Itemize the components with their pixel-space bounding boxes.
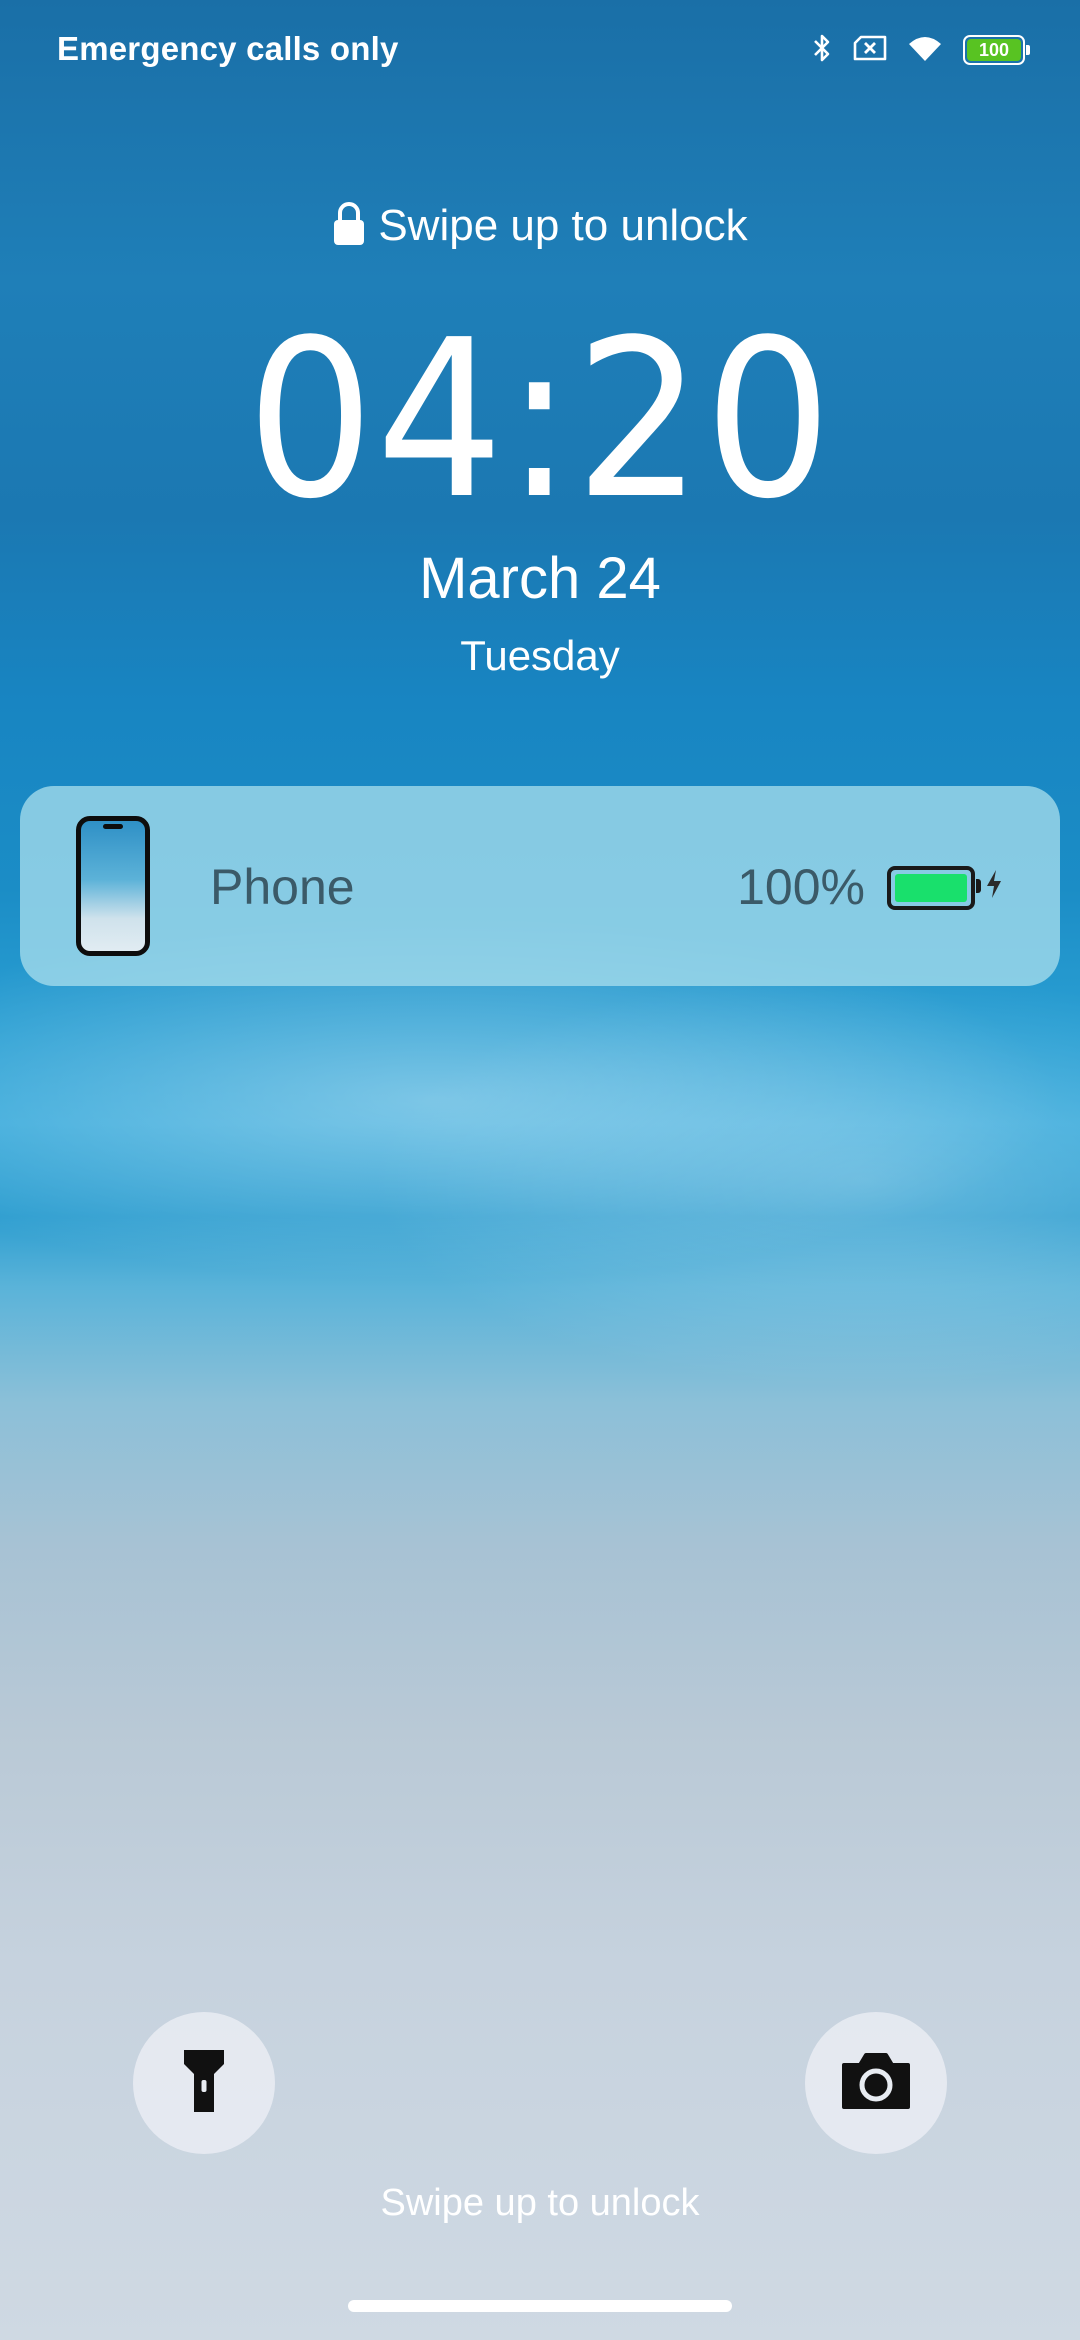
charging-bolt-icon	[984, 868, 1004, 905]
device-battery-icon	[887, 866, 981, 910]
flashlight-icon	[182, 2048, 226, 2119]
date: March 24	[419, 546, 661, 611]
status-bar: Emergency calls only 100	[0, 0, 1080, 100]
device-name: Phone	[210, 859, 355, 915]
unlock-hint-bottom: Swipe up to unlock	[380, 2182, 700, 2224]
unlock-hint-top-label: Swipe up to unlock	[378, 201, 748, 250]
battery-level: 100	[978, 39, 1010, 60]
carrier-status: Emergency calls only	[57, 30, 399, 67]
bluetooth-icon	[811, 33, 833, 68]
battery-icon: 100	[963, 35, 1030, 65]
day-of-week: Tuesday	[460, 632, 620, 679]
device-battery-percent: 100%	[737, 859, 865, 915]
battery-widget: Phone 100%	[20, 786, 1060, 986]
device-battery-fill	[895, 874, 967, 902]
flashlight-button[interactable]	[133, 2012, 275, 2154]
phone-icon	[76, 816, 150, 956]
wifi-icon	[907, 34, 943, 67]
home-indicator[interactable]	[348, 2300, 732, 2312]
lock-icon	[332, 200, 366, 257]
status-icons: 100	[811, 30, 1030, 70]
clock-time: 04:20	[246, 294, 834, 547]
no-sim-icon	[853, 35, 887, 66]
camera-button[interactable]	[805, 2012, 947, 2154]
unlock-hint-top: Swipe up to unlock	[0, 200, 1080, 257]
clock: 04:20	[0, 312, 1080, 530]
camera-icon	[840, 2051, 912, 2116]
